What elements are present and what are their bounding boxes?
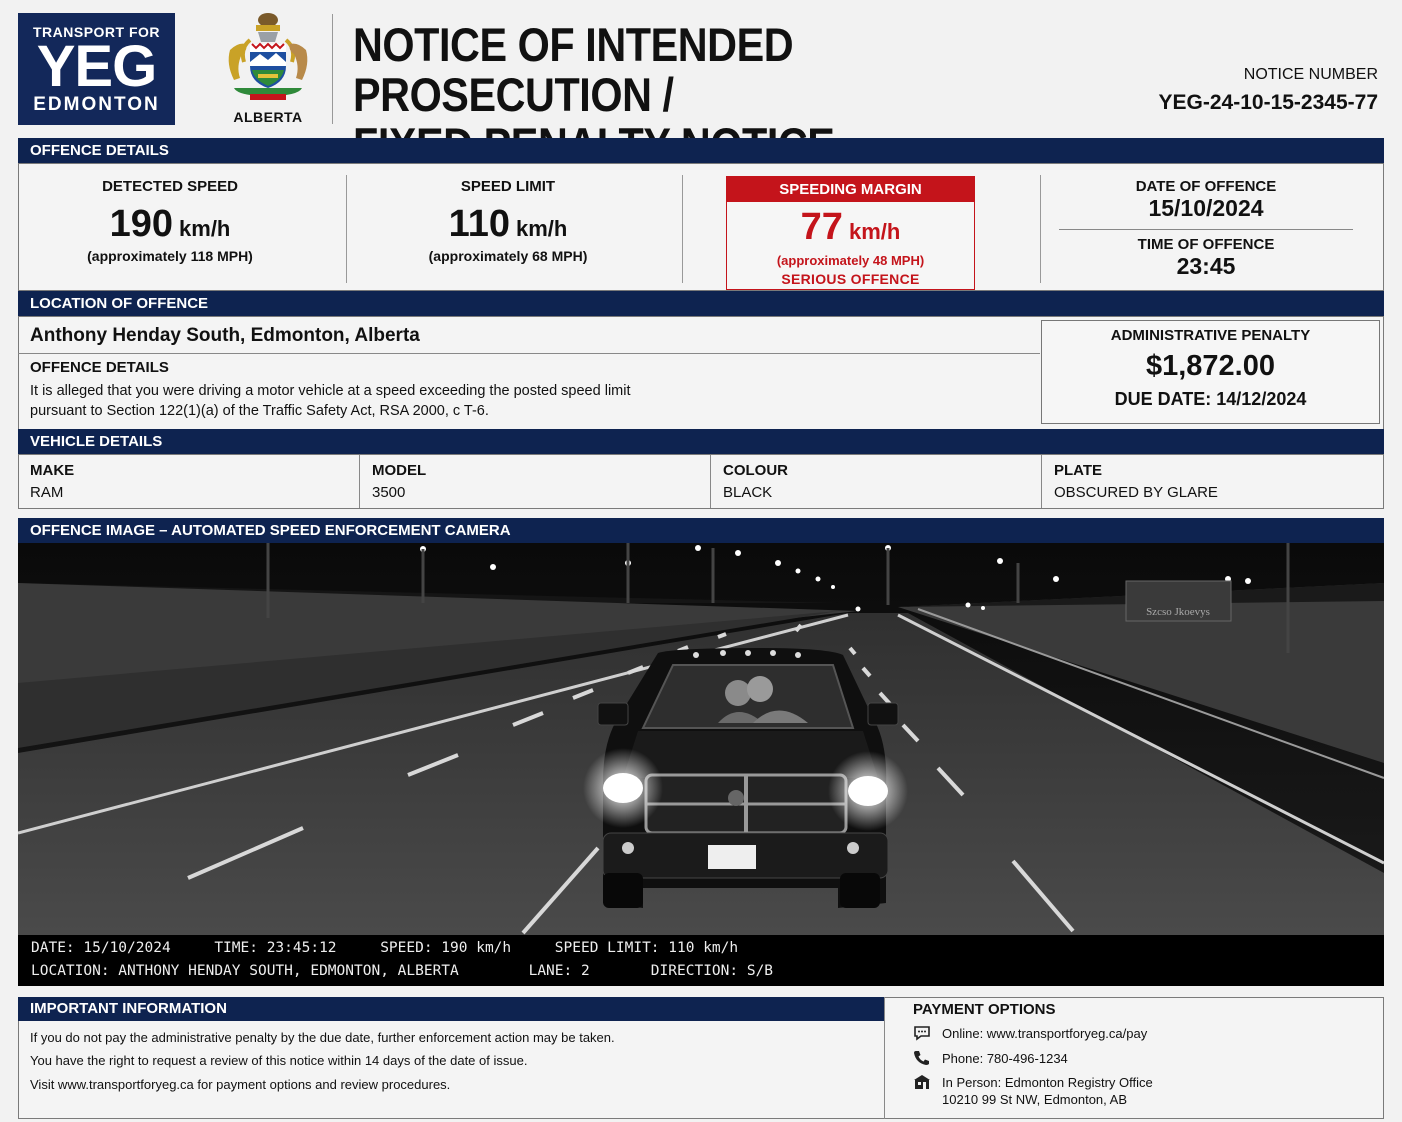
offence-details-line: It is alleged that you were driving a mo…	[30, 383, 631, 399]
vehicle-bar: VEHICLE DETAILS	[18, 429, 1384, 455]
speed-camera-photo: Szcso Jkoevys	[18, 543, 1384, 935]
overhead-sign-text: Szcso Jkoevys	[1146, 606, 1210, 618]
vehicle-make: MAKE RAM	[18, 455, 359, 508]
speed-limit-value: 110	[448, 203, 510, 245]
camera-bar: OFFENCE IMAGE – AUTOMATED SPEED ENFORCEM…	[18, 518, 1384, 543]
date-label: DATE OF OFFENCE	[1135, 178, 1277, 195]
plate-label: PLATE	[1054, 462, 1103, 479]
online-icon	[914, 1026, 930, 1041]
plate-value: OBSCURED BY GLARE	[1054, 484, 1218, 501]
info-line: If you do not pay the administrative pen…	[30, 1030, 615, 1045]
offence-details-label: OFFENCE DETAILS	[30, 359, 169, 376]
speeding-margin-unit: km/h	[848, 219, 901, 244]
colour-label: COLOUR	[723, 462, 788, 479]
office-icon	[914, 1075, 930, 1089]
serious-offence-badge: SERIOUS OFFENCE	[781, 271, 920, 287]
notice-number-label: NOTICE NUMBER	[1243, 66, 1378, 83]
vehicle-colour: COLOUR BLACK	[711, 455, 1041, 508]
make-value: RAM	[30, 484, 64, 501]
crest-name: ALBERTA	[233, 109, 303, 125]
payment-phone: Phone: 780-496-1234	[942, 1051, 1068, 1066]
speeding-margin-value: 77	[800, 206, 843, 248]
colour-value: BLACK	[723, 484, 773, 501]
offence-details-line: pursuant to Section 122(1)(a) of the Tra…	[30, 403, 489, 419]
transport-yeg-logo: TRANSPORT FOR YEG EDMONTON	[18, 13, 175, 125]
payment-in-person-line1: In Person: Edmonton Registry Office	[942, 1075, 1153, 1090]
vehicle-model: MODEL 3500	[360, 455, 710, 508]
header-divider	[332, 14, 333, 124]
notice-number: YEG-24-10-15-2345-77	[1158, 91, 1378, 114]
speed-limit-mph: (approximately 68 MPH)	[428, 248, 588, 264]
speed-divider	[682, 175, 683, 283]
penalty-due-date: DUE DATE: 14/12/2024	[1114, 389, 1307, 409]
penalty-amount: $1,872.00	[1145, 350, 1275, 382]
location-name: Anthony Henday South, Edmonton, Alberta	[30, 325, 420, 346]
camera-image: Szcso Jkoevys	[18, 543, 1384, 935]
make-label: MAKE	[30, 462, 75, 479]
speed-limit: SPEED LIMIT 110 km/h (approximately 68 MP…	[346, 163, 670, 291]
time-label: TIME OF OFFENCE	[1137, 236, 1275, 253]
payment-options-title: PAYMENT OPTIONS	[913, 1001, 1056, 1018]
phone-icon	[914, 1051, 929, 1065]
detected-speed-unit: km/h	[179, 216, 231, 241]
time-value: 23:45	[1176, 253, 1236, 279]
info-line: You have the right to request a review o…	[30, 1053, 528, 1068]
penalty-label: ADMINISTRATIVE PENALTY	[1110, 327, 1311, 344]
important-info-bar: IMPORTANT INFORMATION	[18, 997, 884, 1021]
payment-in-person-line2: 10210 99 St NW, Edmonton, AB	[942, 1092, 1128, 1107]
detected-speed-value: 190	[109, 203, 174, 245]
speed-limit-unit: km/h	[515, 216, 568, 241]
coat-of-arms-icon	[228, 13, 308, 100]
model-label: MODEL	[372, 462, 427, 479]
offence-datetime: DATE OF OFFENCE 15/10/2024 TIME OF OFFEN…	[1045, 163, 1367, 291]
license-plate-glare	[708, 845, 756, 869]
camera-data-strip: DATE: 15/10/2024 TIME: 23:45:12 SPEED: 1…	[18, 935, 1384, 986]
administrative-penalty: ADMINISTRATIVE PENALTY $1,872.00 DUE DAT…	[1041, 320, 1380, 424]
camera-meta-line2: LOCATION: ANTHONY HENDAY SOUTH, EDMONTON…	[31, 963, 774, 979]
location-divider	[18, 353, 1040, 354]
logo-line3: EDMONTON	[33, 94, 160, 115]
info-line: Visit www.transportforyeg.ca for payment…	[30, 1077, 451, 1092]
date-value: 15/10/2024	[1148, 195, 1264, 221]
speeding-margin: SPEEDING MARGIN 77 km/h (approximately 48…	[726, 176, 975, 290]
speed-divider	[1040, 175, 1041, 283]
model-value: 3500	[372, 484, 406, 501]
alberta-crest: ALBERTA	[218, 10, 318, 128]
speed-limit-label: SPEED LIMIT	[460, 178, 556, 195]
camera-meta-line1: DATE: 15/10/2024 TIME: 23:45:12 SPEED: 1…	[31, 940, 739, 956]
vehicle-plate: PLATE OBSCURED BY GLARE	[1042, 455, 1382, 508]
speeding-margin-mph: (approximately 48 MPH)	[776, 253, 925, 268]
logo-line2: YEG	[36, 34, 158, 99]
payment-online: Online: www.transportforyeg.ca/pay	[942, 1026, 1148, 1041]
location-bar: LOCATION OF OFFENCE	[18, 291, 1384, 317]
speeding-margin-label: SPEEDING MARGIN	[727, 177, 974, 202]
date-time-divider	[1059, 229, 1353, 230]
title-line1: NOTICE OF INTENDED PROSECUTION /	[353, 18, 794, 121]
payment-in-person: In Person: Edmonton Registry Office 1021…	[942, 1074, 1153, 1108]
offence-details-bar: OFFENCE DETAILS	[18, 138, 1384, 164]
detected-speed: DETECTED SPEED 190 km/h (approximately 11…	[18, 163, 322, 291]
detected-speed-label: DETECTED SPEED	[102, 178, 238, 195]
offence-details-text: It is alleged that you were driving a mo…	[30, 381, 680, 421]
detected-speed-mph: (approximately 118 MPH)	[87, 248, 253, 264]
info-divider	[884, 997, 885, 1119]
